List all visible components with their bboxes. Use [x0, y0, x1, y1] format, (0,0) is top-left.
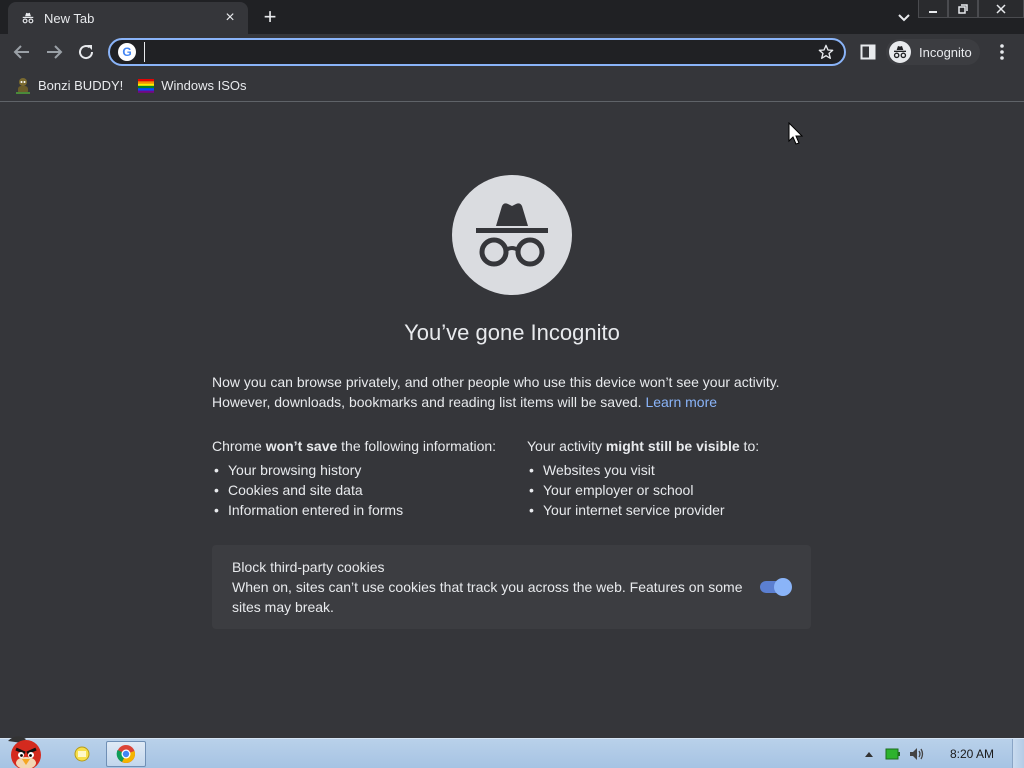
reload-icon[interactable]	[72, 38, 100, 66]
back-arrow-icon[interactable]	[8, 38, 36, 66]
list-item: Websites you visit	[527, 460, 827, 480]
bookmark-windows-isos[interactable]: Windows ISOs	[135, 74, 252, 98]
incognito-profile-button[interactable]: Incognito	[886, 39, 980, 65]
heading-bold-text: won’t save	[265, 438, 338, 454]
heading-bold-text: might still be visible	[605, 438, 740, 454]
tab-title: New Tab	[44, 10, 95, 26]
tab-new-tab[interactable]: New Tab ×	[8, 2, 248, 34]
list-item: Cookies and site data	[212, 480, 512, 500]
window-controls	[918, 0, 1024, 18]
might-be-visible-list: Websites you visit Your employer or scho…	[527, 460, 827, 520]
bookmark-star-icon[interactable]	[814, 40, 838, 64]
bonzi-icon	[14, 77, 32, 95]
show-hidden-icons-icon[interactable]	[858, 743, 880, 765]
bookmark-bonzi-buddy[interactable]: Bonzi BUDDY!	[12, 74, 129, 98]
incognito-icon	[20, 10, 36, 26]
heading-text: the following information:	[337, 438, 497, 454]
cookie-description: When on, sites can’t use cookies that tr…	[232, 579, 743, 615]
bookmark-label: Bonzi BUDDY!	[38, 78, 124, 93]
wont-save-section: Chrome won’t save the following informat…	[212, 436, 512, 520]
might-be-visible-section: Your activity might still be visible to:…	[527, 436, 827, 520]
wont-save-heading: Chrome won’t save the following informat…	[212, 436, 512, 456]
list-item: Your browsing history	[212, 460, 512, 480]
toggle-knob	[774, 578, 792, 596]
intro-line-2: However, downloads, bookmarks and readin…	[212, 392, 812, 412]
list-item: Your employer or school	[527, 480, 827, 500]
bookmark-label: Windows ISOs	[161, 78, 247, 93]
volume-icon[interactable]	[906, 743, 928, 765]
heading-text: Chrome	[212, 438, 266, 454]
side-panel-icon[interactable]	[856, 40, 880, 64]
profile-label: Incognito	[919, 44, 972, 60]
incognito-page: You’ve gone Incognito Now you can browse…	[0, 103, 1024, 738]
close-window-icon[interactable]	[978, 0, 1024, 18]
might-be-visible-heading: Your activity might still be visible to:	[527, 436, 827, 456]
forward-arrow-icon[interactable]	[40, 38, 68, 66]
omnibox[interactable]: G	[108, 38, 846, 66]
bookmarks-bar: Bonzi BUDDY! Windows ISOs	[0, 70, 1024, 102]
mouse-cursor-icon	[788, 121, 804, 146]
tab-close-icon[interactable]: ×	[220, 8, 240, 28]
taskbar-file-explorer-icon[interactable]	[62, 741, 102, 767]
system-tray: 8:20 AM	[858, 739, 1024, 768]
restore-icon[interactable]	[948, 0, 978, 18]
minimize-icon[interactable]	[918, 0, 948, 18]
list-item: Your internet service provider	[527, 500, 827, 520]
heading-text: to:	[739, 438, 760, 454]
incognito-hero-icon	[452, 175, 572, 295]
rainbow-flag-icon	[137, 77, 155, 95]
more-menu-icon[interactable]	[992, 40, 1012, 64]
taskbar-chrome-icon[interactable]	[106, 741, 146, 767]
block-cookies-toggle[interactable]	[760, 578, 792, 596]
taskbar: 8:20 AM	[0, 736, 1024, 768]
show-desktop-button[interactable]	[1012, 739, 1024, 768]
omnibox-input[interactable]	[144, 42, 814, 62]
cookie-title: Block third-party cookies	[232, 559, 385, 575]
chevron-down-icon[interactable]	[894, 8, 914, 28]
new-tab-plus-icon[interactable]: +	[258, 4, 282, 29]
toolbar: G Incognito	[0, 34, 1024, 70]
heading-text: Your activity	[527, 438, 606, 454]
wont-save-list: Your browsing history Cookies and site d…	[212, 460, 512, 520]
block-cookies-card: Block third-party cookies When on, sites…	[212, 545, 811, 629]
start-button-angry-bird-icon[interactable]	[2, 733, 50, 768]
intro-line-2-text: However, downloads, bookmarks and readin…	[212, 394, 642, 410]
learn-more-link[interactable]: Learn more	[645, 394, 717, 410]
page-title: You’ve gone Incognito	[404, 320, 620, 345]
list-item: Information entered in forms	[212, 500, 512, 520]
intro-text: Now you can browse privately, and other …	[212, 372, 812, 412]
clock[interactable]: 8:20 AM	[950, 747, 994, 761]
incognito-avatar-icon	[889, 41, 911, 63]
google-g-icon: G	[118, 43, 136, 61]
tab-strip: New Tab × +	[0, 0, 1024, 34]
intro-line-1: Now you can browse privately, and other …	[212, 374, 780, 390]
battery-icon[interactable]	[882, 743, 904, 765]
